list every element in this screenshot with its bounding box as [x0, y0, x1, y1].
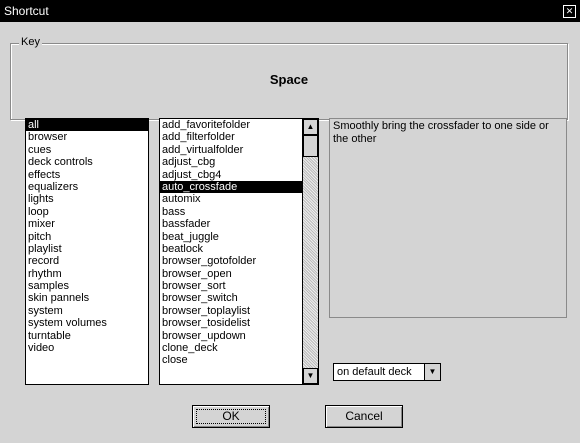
- command-item[interactable]: browser_updown: [160, 330, 318, 342]
- command-item[interactable]: browser_open: [160, 268, 318, 280]
- arrow-up-icon[interactable]: ▲: [303, 119, 318, 135]
- command-item[interactable]: add_favoritefolder: [160, 119, 318, 131]
- description-box: Smoothly bring the crossfader to one sid…: [329, 118, 567, 318]
- category-item[interactable]: lights: [26, 193, 148, 205]
- key-value: Space: [269, 72, 309, 87]
- category-item[interactable]: video: [26, 342, 148, 354]
- deck-dropdown[interactable]: on default deck ▼: [333, 363, 441, 381]
- command-item[interactable]: clone_deck: [160, 342, 318, 354]
- command-item[interactable]: automix: [160, 193, 318, 205]
- category-item[interactable]: playlist: [26, 243, 148, 255]
- focus-ring: [196, 409, 266, 424]
- category-item[interactable]: turntable: [26, 330, 148, 342]
- deck-dropdown-value: on default deck: [337, 366, 412, 378]
- command-item[interactable]: beatlock: [160, 243, 318, 255]
- key-legend: Key: [19, 36, 42, 48]
- arrow-down-icon[interactable]: ▼: [303, 368, 318, 384]
- category-item[interactable]: samples: [26, 280, 148, 292]
- category-item[interactable]: pitch: [26, 231, 148, 243]
- ok-button[interactable]: OK: [192, 405, 270, 428]
- command-item[interactable]: adjust_cbg: [160, 156, 318, 168]
- category-item[interactable]: skin pannels: [26, 292, 148, 304]
- command-item[interactable]: add_virtualfolder: [160, 144, 318, 156]
- category-item[interactable]: cues: [26, 144, 148, 156]
- command-item[interactable]: browser_tosidelist: [160, 317, 318, 329]
- command-item[interactable]: browser_switch: [160, 292, 318, 304]
- command-items: add_favoritefolder add_filterfolder add_vi…: [160, 119, 318, 367]
- command-item[interactable]: close: [160, 354, 318, 366]
- category-item[interactable]: loop: [26, 206, 148, 218]
- category-item[interactable]: browser: [26, 131, 148, 143]
- category-list[interactable]: all browser cues deck controls effects equali…: [25, 118, 149, 385]
- category-item[interactable]: rhythm: [26, 268, 148, 280]
- window-title: Shortcut: [4, 4, 49, 18]
- category-item[interactable]: equalizers: [26, 181, 148, 193]
- command-item[interactable]: bassfader: [160, 218, 318, 230]
- category-item[interactable]: all: [26, 119, 148, 132]
- command-item[interactable]: browser_gotofolder: [160, 255, 318, 267]
- category-item[interactable]: mixer: [26, 218, 148, 230]
- scroll-thumb[interactable]: [303, 135, 318, 157]
- category-item[interactable]: effects: [26, 169, 148, 181]
- command-item[interactable]: browser_toplaylist: [160, 305, 318, 317]
- command-list[interactable]: add_favoritefolder add_filterfolder add_vi…: [159, 118, 319, 385]
- close-icon[interactable]: ✕: [563, 5, 576, 18]
- command-item[interactable]: beat_juggle: [160, 231, 318, 243]
- command-item[interactable]: auto_crossfade: [160, 180, 318, 194]
- cancel-label: Cancel: [345, 409, 383, 423]
- command-item[interactable]: bass: [160, 206, 318, 218]
- category-item[interactable]: deck controls: [26, 156, 148, 168]
- category-item[interactable]: system volumes: [26, 317, 148, 329]
- category-item[interactable]: system: [26, 305, 148, 317]
- category-item[interactable]: record: [26, 255, 148, 267]
- command-item[interactable]: add_filterfolder: [160, 131, 318, 143]
- cancel-button[interactable]: Cancel: [325, 405, 403, 428]
- command-item[interactable]: adjust_cbg4: [160, 169, 318, 181]
- shortcut-dialog: Shortcut ✕ Key Space all browser cues deck …: [0, 0, 580, 443]
- title-bar: Shortcut ✕: [0, 0, 580, 22]
- command-scrollbar[interactable]: ▲ ▼: [302, 119, 318, 384]
- chevron-down-icon[interactable]: ▼: [424, 364, 440, 380]
- command-item[interactable]: browser_sort: [160, 280, 318, 292]
